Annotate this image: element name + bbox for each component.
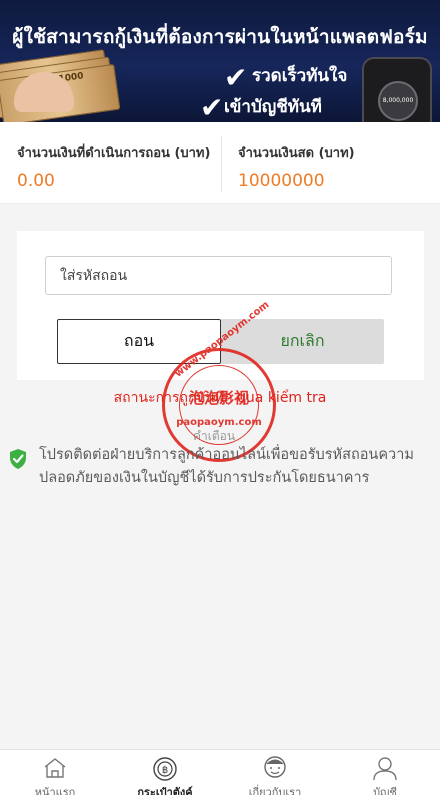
nav-home[interactable]: หน้าแรก — [0, 750, 110, 795]
nav-home-label: หน้าแรก — [34, 786, 76, 795]
cash-amount-panel: จำนวนเงินสด (บาท) 10000000 — [238, 142, 428, 191]
check-icon: ✔ — [200, 91, 224, 122]
svg-text:฿: ฿ — [162, 765, 168, 776]
banner-title: ผู้ใช้สามารถกู้เงินที่ต้องการผ่านในหน้าแ… — [12, 26, 428, 48]
check-icon: ✔ — [224, 61, 248, 94]
nav-account-label: บัญชี — [373, 786, 397, 795]
banner-line-fast: รวดเร็วทันใจ — [252, 66, 348, 86]
shield-check-icon — [10, 449, 26, 469]
promo-banner[interactable]: 1000 ผู้ใช้สามารถกู้เงินที่ต้องการผ่านใน… — [0, 0, 440, 122]
withdraw-code-input[interactable] — [45, 256, 392, 295]
withdraw-amount-panel: จำนวนเงินที่ดำเนินการถอน (บาท) 0.00 — [17, 142, 217, 191]
money-bag-icon: ฿ — [153, 757, 177, 781]
phone-balance-circle: 8,000,000 — [378, 81, 418, 121]
nav-about-label: เกี่ยวกับเรา — [248, 786, 302, 795]
withdraw-amount-value: 0.00 — [17, 171, 55, 191]
cash-amount-label: จำนวนเงินสด (บาท) — [238, 146, 355, 161]
cash-amount-value: 10000000 — [238, 171, 325, 191]
banner-line-account: เข้าบัญชีทันที — [224, 97, 322, 117]
home-icon — [44, 758, 66, 778]
bottom-nav: หน้าแรก ฿ กระเป๋าตังค์ เกี่ยวกับเรา บัญช… — [0, 749, 440, 795]
withdraw-amount-label: จำนวนเงินที่ดำเนินการถอน (บาท) — [17, 146, 211, 161]
nav-account[interactable]: บัญชี — [330, 750, 440, 795]
nav-wallet[interactable]: ฿ กระเป๋าตังค์ — [110, 750, 220, 795]
summary-divider — [221, 136, 222, 192]
support-agent-icon — [264, 756, 286, 778]
phone-image: 8,000,000 — [362, 57, 432, 122]
nav-wallet-label: กระเป๋าตังค์ — [137, 786, 193, 795]
user-icon — [373, 757, 397, 781]
nav-about[interactable]: เกี่ยวกับเรา — [220, 750, 330, 795]
balance-summary: จำนวนเงินที่ดำเนินการถอน (บาท) 0.00 จำนว… — [0, 122, 440, 204]
notice-text: โปรดติดต่อฝ่ายบริการลูกค้าออนไลน์เพื่อขอ… — [39, 447, 414, 486]
